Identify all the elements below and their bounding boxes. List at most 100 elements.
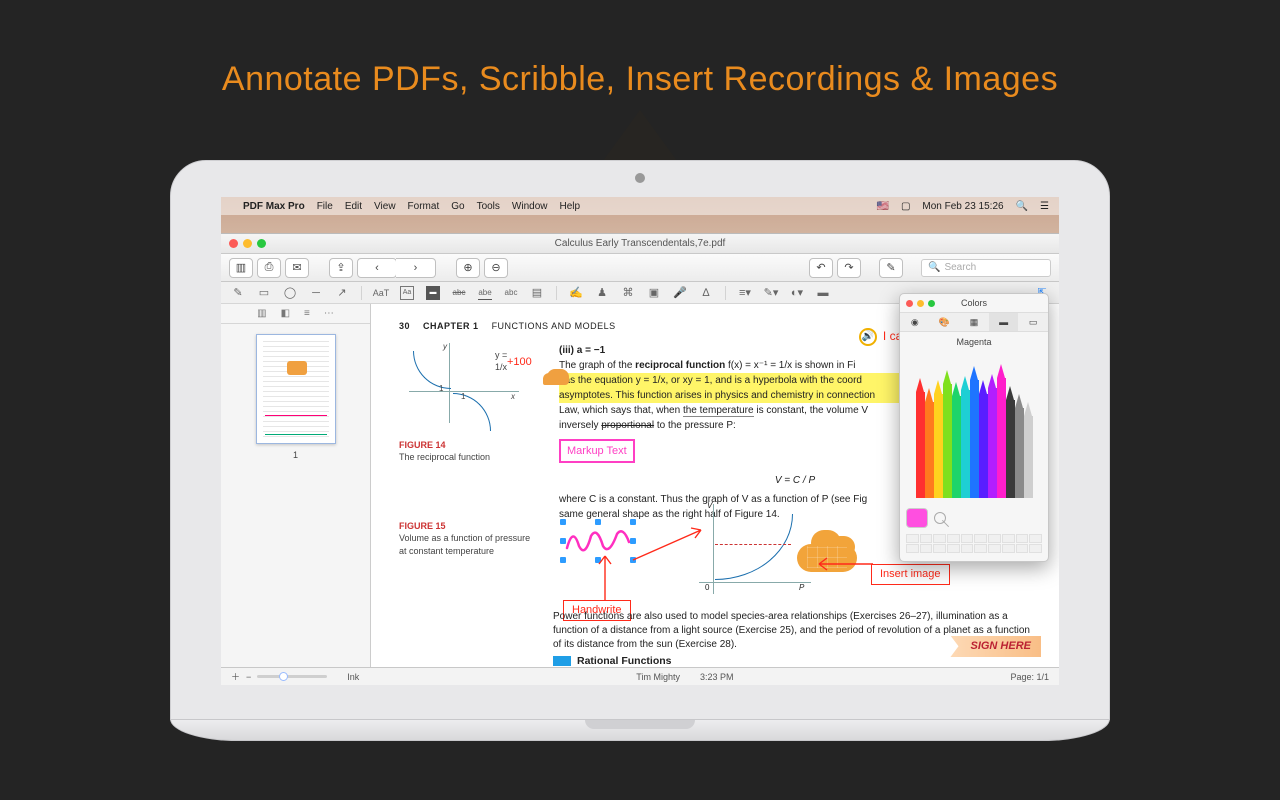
swatch-cell[interactable]: [906, 544, 919, 553]
mic-tool-icon[interactable]: 🎤: [673, 286, 687, 300]
pencil-swatch[interactable]: [925, 388, 934, 498]
pencils-tab-icon[interactable]: ▬: [989, 313, 1019, 331]
pencil-swatch[interactable]: [961, 376, 970, 498]
menu-extras-icon[interactable]: ☰: [1040, 201, 1049, 212]
swatch-cell[interactable]: [961, 544, 974, 553]
insert-image-callout[interactable]: Insert image: [871, 564, 950, 585]
note-tool-icon[interactable]: ▤: [530, 286, 544, 300]
highlight-tool-icon[interactable]: abc: [504, 286, 518, 300]
crayons-tab-icon[interactable]: ▭: [1018, 313, 1048, 331]
swatch-grid[interactable]: [900, 534, 1048, 561]
swatch-cell[interactable]: [1016, 544, 1029, 553]
swatch-cell[interactable]: [1002, 544, 1015, 553]
pencil-swatch[interactable]: [970, 366, 979, 498]
swatch-cell[interactable]: [1029, 534, 1042, 543]
current-swatch[interactable]: [906, 508, 928, 528]
menu-format[interactable]: Format: [408, 201, 440, 212]
markup-text-box[interactable]: Markup Text: [559, 439, 635, 464]
page-thumbnail[interactable]: [256, 334, 336, 444]
pencil-swatch[interactable]: [997, 364, 1006, 498]
swatch-cell[interactable]: [933, 534, 946, 543]
swatch-cell[interactable]: [920, 534, 933, 543]
swatch-cell[interactable]: [988, 534, 1001, 543]
zoom-icon[interactable]: [257, 239, 266, 248]
nav-back-button[interactable]: ‹: [357, 258, 397, 278]
nav-forward-button[interactable]: ›: [396, 258, 436, 278]
image-tool-icon[interactable]: ▣: [647, 286, 661, 300]
opacity-icon[interactable]: ◐▾: [790, 286, 804, 300]
pen-tool-icon[interactable]: ✎: [231, 286, 245, 300]
pencil-swatch[interactable]: [1024, 402, 1033, 498]
colors-panel[interactable]: Colors ◉ 🎨 ▦ ▬ ▭ Magenta: [899, 293, 1049, 562]
pencil-swatch[interactable]: [916, 378, 925, 498]
stroke-color-icon[interactable]: ✎▾: [764, 286, 778, 300]
swatch-cell[interactable]: [947, 544, 960, 553]
menu-view[interactable]: View: [374, 201, 396, 212]
bookmarks-tab-icon[interactable]: ◧: [281, 308, 290, 319]
pencil-swatch[interactable]: [934, 380, 943, 498]
swatch-cell[interactable]: [1016, 534, 1029, 543]
swatch-cell[interactable]: [947, 534, 960, 543]
menu-help[interactable]: Help: [560, 201, 581, 212]
mail-button[interactable]: ✉: [285, 258, 309, 278]
pencil-swatch[interactable]: [1006, 386, 1015, 498]
pencil-swatch[interactable]: [1015, 394, 1024, 498]
swatch-cell[interactable]: [988, 544, 1001, 553]
rect-tool-icon[interactable]: ▭: [257, 286, 271, 300]
small-image-annotation[interactable]: [547, 369, 569, 385]
pencil-picker[interactable]: [900, 352, 1048, 502]
menubar-clock[interactable]: Mon Feb 23 15:26: [922, 201, 1003, 212]
arrow-annotation-3[interactable]: [815, 554, 875, 574]
fill-icon[interactable]: ▬: [816, 286, 830, 300]
menu-go[interactable]: Go: [451, 201, 464, 212]
search-input[interactable]: 🔍Search: [921, 259, 1051, 277]
pencil-swatch[interactable]: [952, 382, 961, 498]
swatch-cell[interactable]: [974, 544, 987, 553]
plus100-annotation[interactable]: +100: [507, 355, 532, 370]
signature-tool-icon[interactable]: ✍: [569, 286, 583, 300]
stroke-width-icon[interactable]: ≡▾: [738, 286, 752, 300]
swatch-cell[interactable]: [961, 534, 974, 543]
swatch-cell[interactable]: [920, 544, 933, 553]
swatch-cell[interactable]: [933, 544, 946, 553]
strike-tool-icon[interactable]: abc: [452, 286, 466, 300]
menu-edit[interactable]: Edit: [345, 201, 362, 212]
redo-button[interactable]: ↷: [837, 258, 861, 278]
zoom-in-button[interactable]: ⊕: [456, 258, 480, 278]
outline-tab-icon[interactable]: ≡: [304, 308, 310, 319]
line-tool-icon[interactable]: ─: [309, 286, 323, 300]
stamp-tool-icon[interactable]: ♟: [595, 286, 609, 300]
thumbnails-tab-icon[interactable]: ▥: [257, 308, 266, 319]
zoom-out-button[interactable]: ⊖: [484, 258, 508, 278]
annotations-tab-icon[interactable]: ⋯: [324, 308, 334, 319]
swatch-cell[interactable]: [974, 534, 987, 543]
swatch-cell[interactable]: [1029, 544, 1042, 553]
wheel-tab-icon[interactable]: ◉: [900, 313, 930, 331]
arrow-annotation-1[interactable]: [631, 522, 711, 562]
swatch-cell[interactable]: [906, 534, 919, 543]
share-button[interactable]: ⇪: [329, 258, 353, 278]
eyedropper-icon[interactable]: [934, 512, 946, 524]
menu-window[interactable]: Window: [512, 201, 548, 212]
print-button[interactable]: ⎙: [257, 258, 281, 278]
oval-tool-icon[interactable]: ◯: [283, 286, 297, 300]
edit-button[interactable]: ✎: [879, 258, 903, 278]
battery-icon[interactable]: ▢: [901, 201, 910, 212]
text-tool-icon[interactable]: AaT: [374, 286, 388, 300]
menu-file[interactable]: File: [317, 201, 333, 212]
pencil-swatch[interactable]: [943, 370, 952, 498]
spectrum-tab-icon[interactable]: ▦: [959, 313, 989, 331]
minimize-icon[interactable]: [243, 239, 252, 248]
callout-tool-icon[interactable]: ▬: [426, 286, 440, 300]
textbox-tool-icon[interactable]: Aa: [400, 286, 414, 300]
flag-icon[interactable]: 🇺🇸: [877, 201, 889, 212]
sliders-tab-icon[interactable]: 🎨: [930, 313, 960, 331]
undo-button[interactable]: ↶: [809, 258, 833, 278]
zoom-slider[interactable]: ＋−: [231, 670, 327, 683]
link-tool-icon[interactable]: ⌘: [621, 286, 635, 300]
speaker-icon[interactable]: 🔊: [859, 328, 877, 346]
sidebar-toggle-button[interactable]: ▥: [229, 258, 253, 278]
sign-here-stamp[interactable]: SIGN HERE: [950, 636, 1041, 657]
marker-tool-icon[interactable]: ∆: [699, 286, 713, 300]
close-icon[interactable]: [229, 239, 238, 248]
